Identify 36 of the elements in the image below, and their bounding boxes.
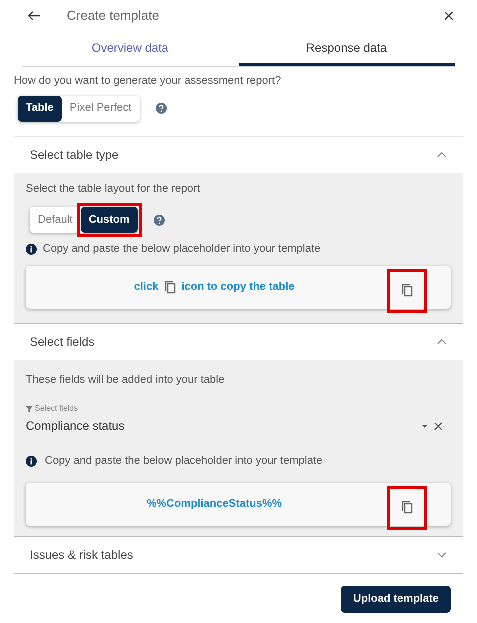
dropdown-icon[interactable] bbox=[422, 424, 428, 429]
placeholder-text: click bbox=[134, 280, 159, 295]
tab[interactable]: Overview data bbox=[22, 32, 238, 66]
question-text: How do you want to generate your assessment report? bbox=[14, 74, 282, 89]
clear-icon[interactable] bbox=[434, 422, 443, 432]
section-header[interactable]: Issues & risk tables bbox=[14, 536, 463, 573]
window-title: Create template bbox=[67, 7, 160, 26]
segment-option[interactable]: Pixel Perfect bbox=[62, 96, 140, 122]
info-icon bbox=[26, 244, 37, 255]
help-icon[interactable] bbox=[154, 214, 165, 226]
copy-icon bbox=[402, 501, 412, 514]
tab[interactable]: Response data bbox=[238, 32, 455, 66]
section-header[interactable]: Select fields bbox=[14, 324, 463, 360]
field-label: Select fields bbox=[35, 403, 78, 416]
copy-icon bbox=[164, 280, 176, 294]
chevron-up-icon[interactable] bbox=[437, 152, 447, 158]
hint-text: These fields will be added into your table bbox=[26, 372, 226, 388]
hint-text: Select the table layout for the report bbox=[26, 182, 202, 196]
field-value: Compliance status bbox=[26, 418, 126, 436]
segment-option[interactable]: Custom bbox=[80, 207, 138, 234]
filter-icon bbox=[26, 406, 33, 413]
help-icon[interactable] bbox=[156, 103, 167, 114]
back-arrow-icon[interactable] bbox=[28, 11, 40, 21]
info-icon bbox=[26, 456, 37, 467]
placeholder-text: icon to copy the table bbox=[182, 280, 295, 295]
info-text: Copy and paste the below placeholder into your template bbox=[45, 454, 323, 470]
section-header[interactable]: Select table type bbox=[14, 136, 463, 172]
copy-icon bbox=[402, 284, 412, 298]
chevron-down-icon[interactable] bbox=[437, 552, 447, 558]
upload-template-button[interactable]: Upload template bbox=[341, 586, 451, 613]
info-text: Copy and paste the below placeholder into your template bbox=[43, 242, 321, 258]
chevron-up-icon[interactable] bbox=[437, 338, 447, 345]
select-field[interactable]: Select fields Compliance status bbox=[26, 403, 451, 436]
segment-option[interactable]: Table bbox=[18, 96, 62, 122]
close-icon[interactable] bbox=[445, 12, 453, 20]
placeholder-text: %%ComplianceStatus%% bbox=[146, 497, 282, 512]
